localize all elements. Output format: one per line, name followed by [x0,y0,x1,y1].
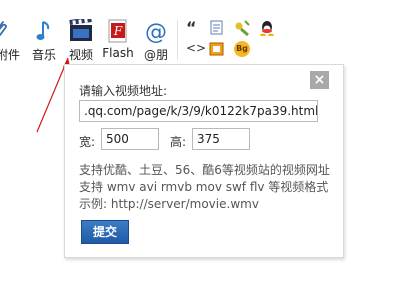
toolbar-at-friend-button[interactable]: @ @朋 [140,0,172,64]
toolbar-video-label: 视频 [68,48,94,62]
video-icon [68,16,94,46]
editor-toolbar: 附件 音乐 视频 F Flash @ @朋 “ <> Bg [0,0,395,64]
svg-text:@: @ [145,20,167,43]
quote-icon[interactable]: “ [186,20,200,36]
supported-formats-note: 支持 wmv avi rmvb mov swf flv 等视频格式 [79,180,329,194]
image-icon[interactable] [209,41,225,60]
video-insert-dialog: × 请输入视频地址: .qq.com/page/k/3/9/k0122k7pa3… [64,64,344,258]
toolbar-music-button[interactable]: 音乐 [30,0,58,64]
toolbar-music-label: 音乐 [31,48,57,62]
toolbar-flash-label: Flash [102,46,134,60]
svg-text:F: F [113,24,123,38]
width-label: 宽: [79,135,96,149]
music-icon [35,19,53,46]
video-url-input[interactable]: .qq.com/page/k/3/9/k0122k7pa39.html [79,100,318,122]
at-icon: @ [144,19,168,46]
toolbar-attachment-label: 附件 [0,48,20,62]
toolbar-divider [177,20,178,60]
video-url-prompt: 请输入视频地址: [79,84,168,98]
height-input[interactable]: 375 [192,128,250,150]
example-note: 示例: http://server/movie.wmv [79,197,259,211]
toolbar-attachment-button[interactable]: 附件 [0,0,20,64]
width-input[interactable]: 500 [101,128,159,150]
flash-icon: F [107,19,129,46]
edit-icon[interactable] [234,20,250,39]
doc-icon[interactable] [210,20,224,39]
toolbar-video-button[interactable]: 视频 [66,0,96,64]
submit-button[interactable]: 提交 [81,220,129,244]
code-icon[interactable]: <> [186,41,206,55]
bg-icon[interactable]: Bg [234,41,250,57]
qq-icon[interactable] [259,20,275,39]
toolbar-flash-button[interactable]: F Flash [102,0,134,64]
height-label: 高: [170,135,187,149]
toolbar-at-friend-label: @朋 [143,48,169,62]
attachment-icon [0,19,9,44]
close-button[interactable]: × [310,71,329,89]
supported-sites-note: 支持优酷、土豆、56、酷6等视频站的视频网址 [79,163,330,177]
